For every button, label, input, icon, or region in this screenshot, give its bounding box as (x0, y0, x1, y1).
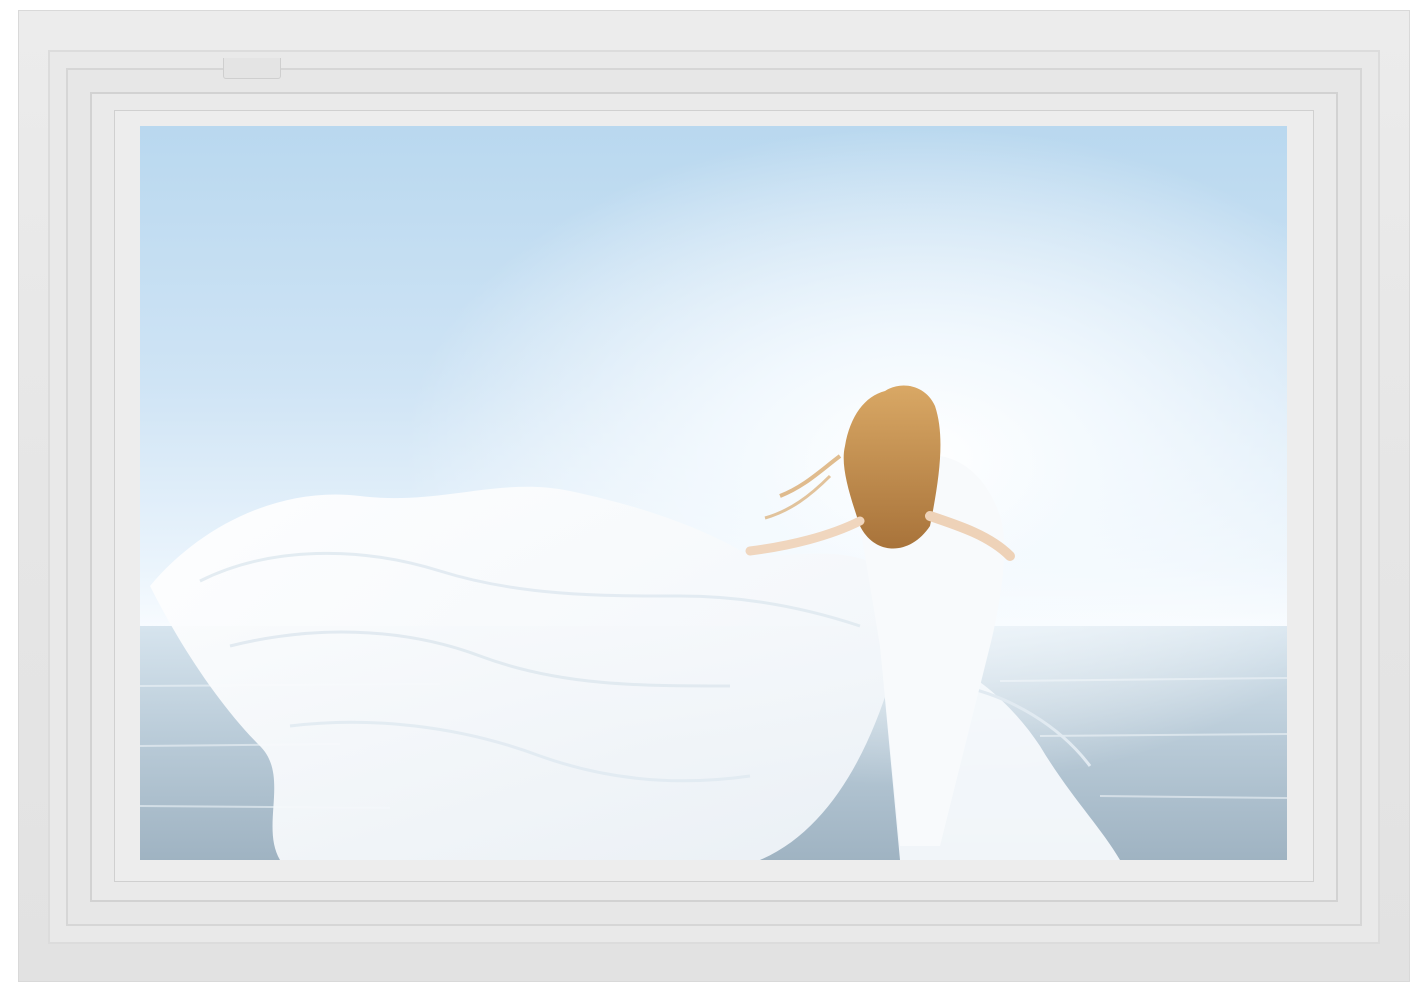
frame-screen (140, 126, 1287, 860)
beach-photo (140, 126, 1287, 860)
product-image (0, 0, 1425, 994)
frame-top-notch (223, 58, 281, 79)
